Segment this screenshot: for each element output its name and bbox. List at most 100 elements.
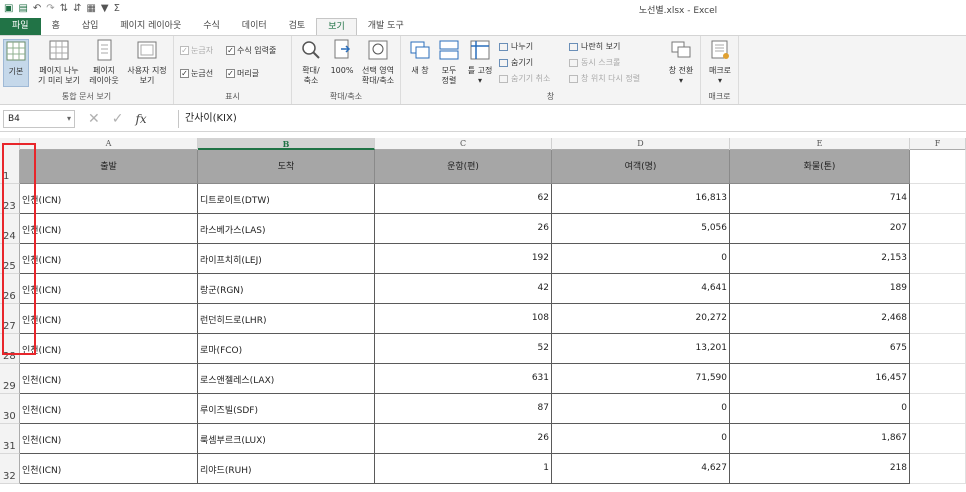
hide-button[interactable]: 숨기기 bbox=[499, 57, 533, 68]
cell-passengers[interactable]: 13,201 bbox=[552, 334, 730, 364]
name-box[interactable]: B4 ▾ bbox=[3, 110, 75, 128]
column-header-f[interactable]: F bbox=[910, 138, 966, 150]
headings-checkbox[interactable]: ✓ 머리글 bbox=[226, 68, 259, 79]
normal-view-button[interactable]: 기본 bbox=[3, 39, 29, 87]
chevron-down-icon[interactable]: ▾ bbox=[67, 111, 71, 127]
cell-flights[interactable]: 26 bbox=[375, 214, 552, 244]
cell-to[interactable]: 룩셈부르크(LUX) bbox=[198, 424, 375, 454]
tab-page-layout[interactable]: 페이지 레이아웃 bbox=[109, 18, 192, 35]
cell-cargo[interactable]: 189 bbox=[730, 274, 910, 304]
cell-cargo[interactable]: 16,457 bbox=[730, 364, 910, 394]
sync-scroll-button[interactable]: 동시 스크롤 bbox=[569, 57, 620, 68]
cell-to[interactable]: 랑군(RGN) bbox=[198, 274, 375, 304]
header-cell-to[interactable]: 도착 bbox=[198, 150, 375, 184]
cell-passengers[interactable]: 0 bbox=[552, 424, 730, 454]
header-cell-cargo[interactable]: 화물(톤) bbox=[730, 150, 910, 184]
cell-empty[interactable] bbox=[910, 304, 966, 334]
cell-flights[interactable]: 1 bbox=[375, 454, 552, 484]
cell-to[interactable]: 라이프치히(LEJ) bbox=[198, 244, 375, 274]
cell-flights[interactable]: 26 bbox=[375, 424, 552, 454]
cell-from[interactable]: 인천(ICN) bbox=[20, 394, 198, 424]
cell-to[interactable]: 루이즈빌(SDF) bbox=[198, 394, 375, 424]
cell-from[interactable]: 인천(ICN) bbox=[20, 454, 198, 484]
column-header-d[interactable]: D bbox=[552, 138, 730, 150]
cell-to[interactable]: 디트로이트(DTW) bbox=[198, 184, 375, 214]
tab-view[interactable]: 보기 bbox=[316, 18, 357, 35]
row-header[interactable]: 30 bbox=[0, 394, 20, 424]
row-header[interactable]: 31 bbox=[0, 424, 20, 454]
cell-to[interactable]: 로스앤젤레스(LAX) bbox=[198, 364, 375, 394]
column-header-e[interactable]: E bbox=[730, 138, 910, 150]
zoom-button[interactable]: 확대/ 축소 bbox=[296, 39, 326, 86]
insert-function-icon[interactable]: fx bbox=[135, 112, 146, 126]
cell-from[interactable]: 인천(ICN) bbox=[20, 304, 198, 334]
reset-window-position-button[interactable]: 창 위치 다시 정렬 bbox=[569, 73, 640, 84]
cell-flights[interactable]: 631 bbox=[375, 364, 552, 394]
cell-from[interactable]: 인천(ICN) bbox=[20, 364, 198, 394]
cell-passengers[interactable]: 4,641 bbox=[552, 274, 730, 304]
tab-formulas[interactable]: 수식 bbox=[192, 18, 231, 35]
cell-cargo[interactable]: 714 bbox=[730, 184, 910, 214]
column-header-a[interactable]: A bbox=[20, 138, 198, 150]
cell-to[interactable]: 런던히드로(LHR) bbox=[198, 304, 375, 334]
side-by-side-button[interactable]: 나란히 보기 bbox=[569, 41, 620, 52]
tab-home[interactable]: 홈 bbox=[41, 18, 71, 35]
arrange-all-button[interactable]: 모두 정렬 bbox=[435, 39, 463, 86]
cell-flights[interactable]: 87 bbox=[375, 394, 552, 424]
enter-icon[interactable]: ✓ bbox=[112, 111, 124, 127]
cell-empty[interactable] bbox=[910, 150, 966, 184]
cell-from[interactable]: 인천(ICN) bbox=[20, 274, 198, 304]
tab-insert[interactable]: 삽입 bbox=[71, 18, 110, 35]
cell-empty[interactable] bbox=[910, 274, 966, 304]
header-cell-from[interactable]: 출발 bbox=[20, 150, 198, 184]
cell-passengers[interactable]: 0 bbox=[552, 244, 730, 274]
cell-from[interactable]: 인천(ICN) bbox=[20, 214, 198, 244]
cell-passengers[interactable]: 71,590 bbox=[552, 364, 730, 394]
new-window-button[interactable]: 새 창 bbox=[405, 39, 435, 76]
cell-passengers[interactable]: 5,056 bbox=[552, 214, 730, 244]
header-cell-flights[interactable]: 운항(편) bbox=[375, 150, 552, 184]
cell-empty[interactable] bbox=[910, 334, 966, 364]
cell-passengers[interactable]: 4,627 bbox=[552, 454, 730, 484]
zoom-selection-button[interactable]: 선택 영역 확대/축소 bbox=[356, 39, 400, 86]
page-break-preview-button[interactable]: 페이지 나누 기 미리 보기 bbox=[33, 39, 85, 86]
tab-data[interactable]: 데이터 bbox=[231, 18, 278, 35]
zoom-100-button[interactable]: 100% bbox=[328, 39, 356, 76]
cell-passengers[interactable]: 16,813 bbox=[552, 184, 730, 214]
cell-cargo[interactable]: 1,867 bbox=[730, 424, 910, 454]
tab-review[interactable]: 검토 bbox=[278, 18, 317, 35]
gridlines-checkbox[interactable]: ✓ 눈금선 bbox=[180, 68, 213, 79]
cell-from[interactable]: 인천(ICN) bbox=[20, 184, 198, 214]
row-header[interactable]: 29 bbox=[0, 364, 20, 394]
cell-empty[interactable] bbox=[910, 184, 966, 214]
cell-passengers[interactable]: 20,272 bbox=[552, 304, 730, 334]
cell-to[interactable]: 라스베가스(LAS) bbox=[198, 214, 375, 244]
cell-from[interactable]: 인천(ICN) bbox=[20, 424, 198, 454]
column-header-b[interactable]: B bbox=[198, 138, 375, 150]
tab-developer[interactable]: 개발 도구 bbox=[357, 18, 415, 35]
cell-cargo[interactable]: 675 bbox=[730, 334, 910, 364]
cell-flights[interactable]: 192 bbox=[375, 244, 552, 274]
cell-flights[interactable]: 62 bbox=[375, 184, 552, 214]
formula-input[interactable]: 간사이(KIX) bbox=[178, 110, 963, 128]
cell-empty[interactable] bbox=[910, 244, 966, 274]
cell-cargo[interactable]: 0 bbox=[730, 394, 910, 424]
cell-empty[interactable] bbox=[910, 394, 966, 424]
cell-from[interactable]: 인천(ICN) bbox=[20, 334, 198, 364]
cell-flights[interactable]: 42 bbox=[375, 274, 552, 304]
tab-file[interactable]: 파일 bbox=[0, 18, 41, 35]
cell-cargo[interactable]: 2,468 bbox=[730, 304, 910, 334]
cell-passengers[interactable]: 0 bbox=[552, 394, 730, 424]
cell-cargo[interactable]: 218 bbox=[730, 454, 910, 484]
cell-cargo[interactable]: 207 bbox=[730, 214, 910, 244]
cell-cargo[interactable]: 2,153 bbox=[730, 244, 910, 274]
formula-bar-checkbox[interactable]: ✓ 수식 입력줄 bbox=[226, 45, 276, 56]
custom-views-button[interactable]: 사용자 지정 보기 bbox=[122, 39, 172, 86]
cell-to[interactable]: 로마(FCO) bbox=[198, 334, 375, 364]
column-header-c[interactable]: C bbox=[375, 138, 552, 150]
split-button[interactable]: 나누기 bbox=[499, 41, 533, 52]
cell-flights[interactable]: 108 bbox=[375, 304, 552, 334]
macros-button[interactable]: 매크로 ▾ bbox=[704, 39, 736, 86]
cell-empty[interactable] bbox=[910, 454, 966, 484]
cancel-icon[interactable]: ✕ bbox=[88, 111, 100, 127]
